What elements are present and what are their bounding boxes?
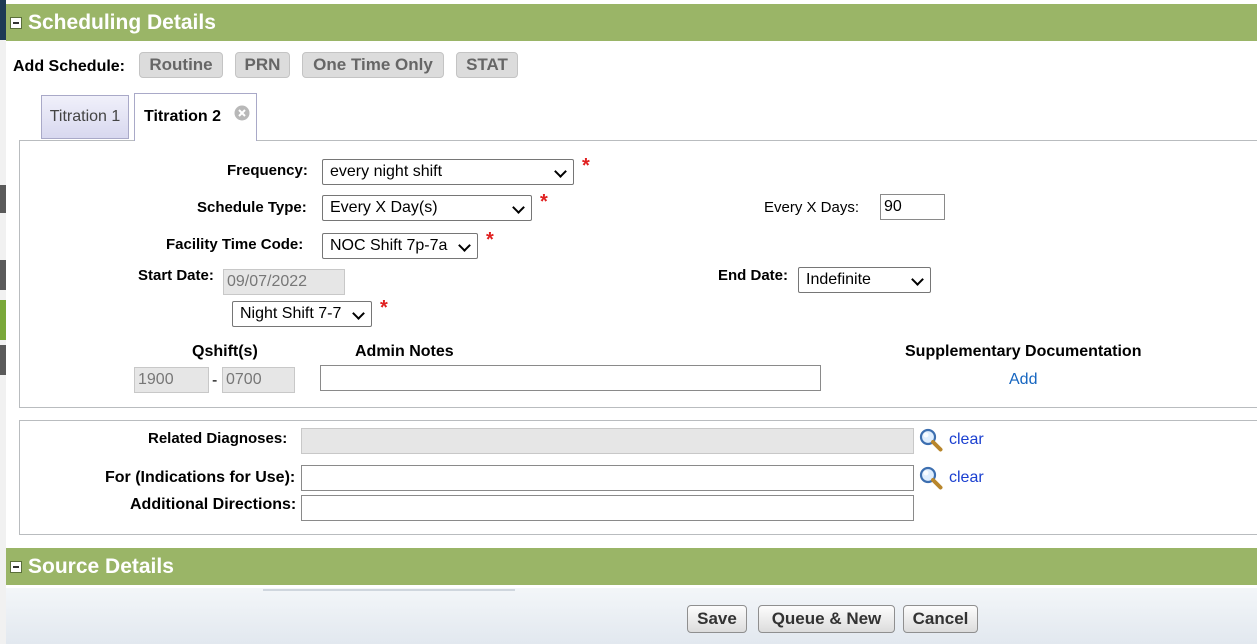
required-marker: * bbox=[380, 297, 388, 319]
admin-notes-input[interactable] bbox=[320, 365, 821, 391]
frequency-label: Frequency: bbox=[227, 162, 308, 179]
tab-titration-2[interactable]: Titration 2 bbox=[134, 93, 257, 141]
add-schedule-label: Add Schedule: bbox=[13, 58, 126, 75]
footer-divider bbox=[263, 589, 515, 591]
frequency-select[interactable]: every night shift bbox=[322, 159, 574, 185]
prn-button[interactable]: PRN bbox=[235, 52, 290, 78]
related-diagnoses-label: Related Diagnoses: bbox=[148, 430, 288, 447]
start-date-label: Start Date: bbox=[138, 267, 214, 284]
every-x-days-input[interactable]: 90 bbox=[880, 194, 945, 220]
end-date-label: End Date: bbox=[718, 267, 789, 284]
required-marker: * bbox=[540, 191, 548, 213]
search-icon[interactable] bbox=[919, 428, 943, 452]
clear-indications-link[interactable]: clear bbox=[949, 469, 984, 487]
every-x-days-label: Every X Days: bbox=[764, 199, 860, 216]
qshift-start-input[interactable]: 1900 bbox=[134, 367, 209, 393]
cancel-button[interactable]: Cancel bbox=[903, 605, 978, 633]
shift-select[interactable]: Night Shift 7-7 bbox=[232, 301, 372, 327]
schedule-type-select[interactable]: Every X Day(s) bbox=[322, 195, 532, 221]
routine-button[interactable]: Routine bbox=[139, 52, 223, 78]
chevron-down-icon bbox=[352, 307, 365, 320]
additional-directions-label: Additional Directions: bbox=[130, 496, 297, 513]
facility-time-code-value: NOC Shift 7p-7a bbox=[330, 237, 448, 254]
source-details-title: Source Details bbox=[28, 554, 174, 578]
qshift-label: Qshift(s) bbox=[192, 343, 258, 360]
frequency-value: every night shift bbox=[330, 163, 443, 180]
required-marker: * bbox=[582, 155, 590, 177]
additional-directions-input[interactable] bbox=[301, 495, 914, 521]
scheduling-details-header[interactable]: Scheduling Details bbox=[6, 4, 1257, 41]
admin-notes-label: Admin Notes bbox=[355, 343, 454, 360]
stat-button[interactable]: STAT bbox=[456, 52, 518, 78]
chevron-down-icon bbox=[554, 165, 567, 178]
clear-diagnoses-link[interactable]: clear bbox=[949, 431, 984, 449]
required-marker: * bbox=[486, 229, 494, 251]
footer-bar: Save Queue & New Cancel bbox=[6, 588, 1257, 644]
scheduling-details-title: Scheduling Details bbox=[28, 10, 216, 34]
one-time-only-button[interactable]: One Time Only bbox=[302, 52, 444, 78]
chevron-down-icon bbox=[911, 273, 924, 286]
start-date-input[interactable]: 09/07/2022 bbox=[223, 269, 345, 295]
related-diagnoses-input[interactable] bbox=[301, 428, 914, 454]
search-icon[interactable] bbox=[919, 466, 943, 490]
collapse-icon[interactable] bbox=[10, 16, 22, 29]
queue-and-new-button[interactable]: Queue & New bbox=[758, 605, 895, 633]
qshift-end-input[interactable]: 0700 bbox=[222, 367, 295, 393]
supplementary-documentation-label: Supplementary Documentation bbox=[905, 343, 1142, 360]
tab-titration-1[interactable]: Titration 1 bbox=[41, 95, 129, 139]
indications-input[interactable] bbox=[301, 465, 914, 491]
indications-label: For (Indications for Use): bbox=[105, 469, 296, 486]
collapse-icon[interactable] bbox=[10, 560, 22, 573]
close-tab-icon[interactable] bbox=[234, 105, 250, 121]
qshift-separator: - bbox=[212, 372, 218, 389]
end-date-value: Indefinite bbox=[806, 271, 871, 288]
schedule-type-value: Every X Day(s) bbox=[330, 199, 438, 216]
chevron-down-icon bbox=[458, 239, 471, 252]
tab-titration-2-label: Titration 2 bbox=[144, 108, 222, 125]
shift-value: Night Shift 7-7 bbox=[240, 305, 342, 322]
schedule-type-label: Schedule Type: bbox=[197, 199, 307, 216]
supplementary-add-link[interactable]: Add bbox=[1009, 371, 1037, 389]
facility-time-code-select[interactable]: NOC Shift 7p-7a bbox=[322, 233, 478, 259]
chevron-down-icon bbox=[512, 201, 525, 214]
end-date-select[interactable]: Indefinite bbox=[798, 267, 931, 293]
facility-time-code-label: Facility Time Code: bbox=[166, 236, 304, 253]
source-details-header[interactable]: Source Details bbox=[6, 548, 1257, 585]
save-button[interactable]: Save bbox=[687, 605, 747, 633]
